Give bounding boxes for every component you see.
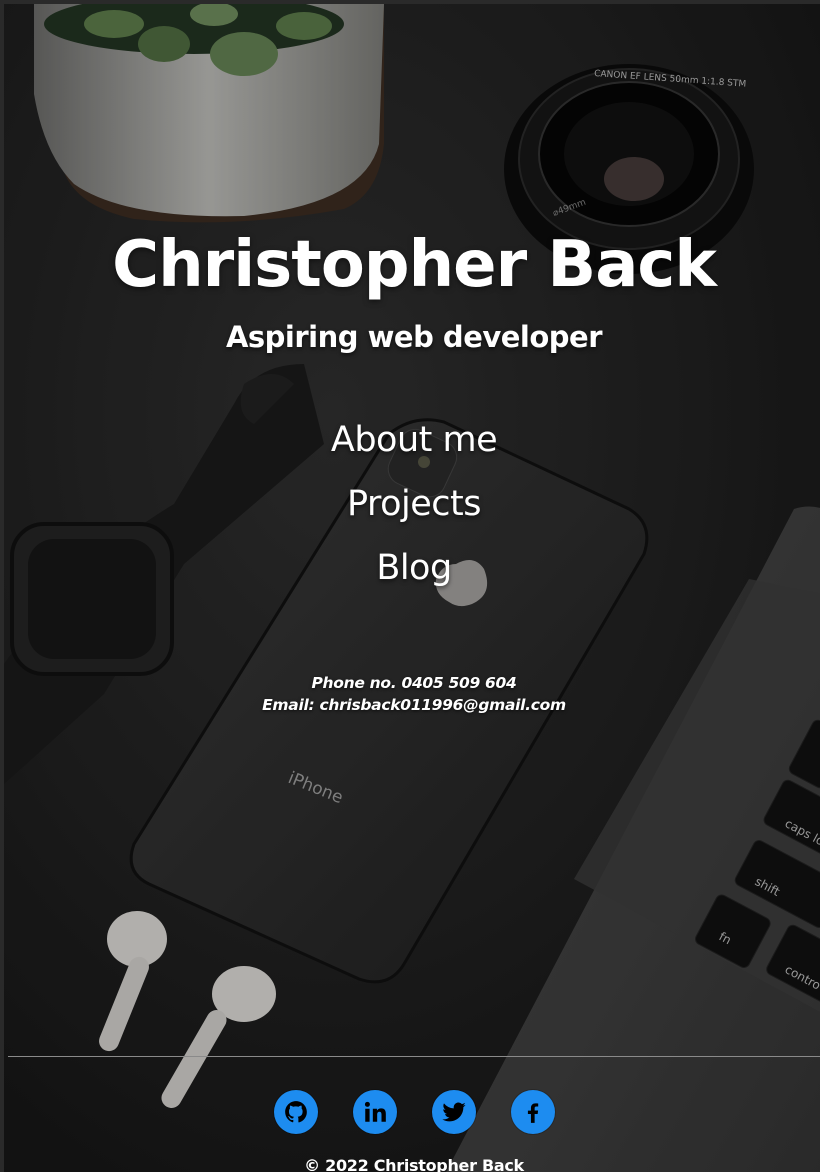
facebook-link[interactable] [510,1090,555,1134]
facebook-icon [527,1103,538,1123]
github-icon [284,1101,307,1123]
page-subtitle: Aspiring web developer [225,320,603,354]
twitter-link[interactable] [431,1090,476,1134]
nav-link-blog[interactable]: Blog [376,536,452,600]
linkedin-link[interactable] [352,1090,397,1134]
contact-email: Email: chrisback011996@gmail.com [262,696,566,714]
contact-phone: Phone no. 0405 509 604 [311,674,517,692]
linkedin-icon [364,1101,386,1122]
social-links [4,1090,820,1134]
nav-link-about-me[interactable]: About me [331,408,498,472]
nav-link-projects[interactable]: Projects [347,472,481,536]
page: CANON EF LENS 50mm 1:1.8 STM ⌀49mm iPhon… [0,0,820,1172]
twitter-icon [441,1102,466,1122]
hero-content: Christopher Back Aspiring web developer … [4,4,820,1172]
footer-copyright: © 2022 Christopher Back [304,1156,524,1172]
main-nav: About me Projects Blog [4,408,820,600]
contact-info: Phone no. 0405 509 604 Email: chrisback0… [4,672,820,716]
github-link[interactable] [273,1090,318,1134]
footer-divider [8,1056,820,1057]
page-title: Christopher Back [112,228,717,302]
